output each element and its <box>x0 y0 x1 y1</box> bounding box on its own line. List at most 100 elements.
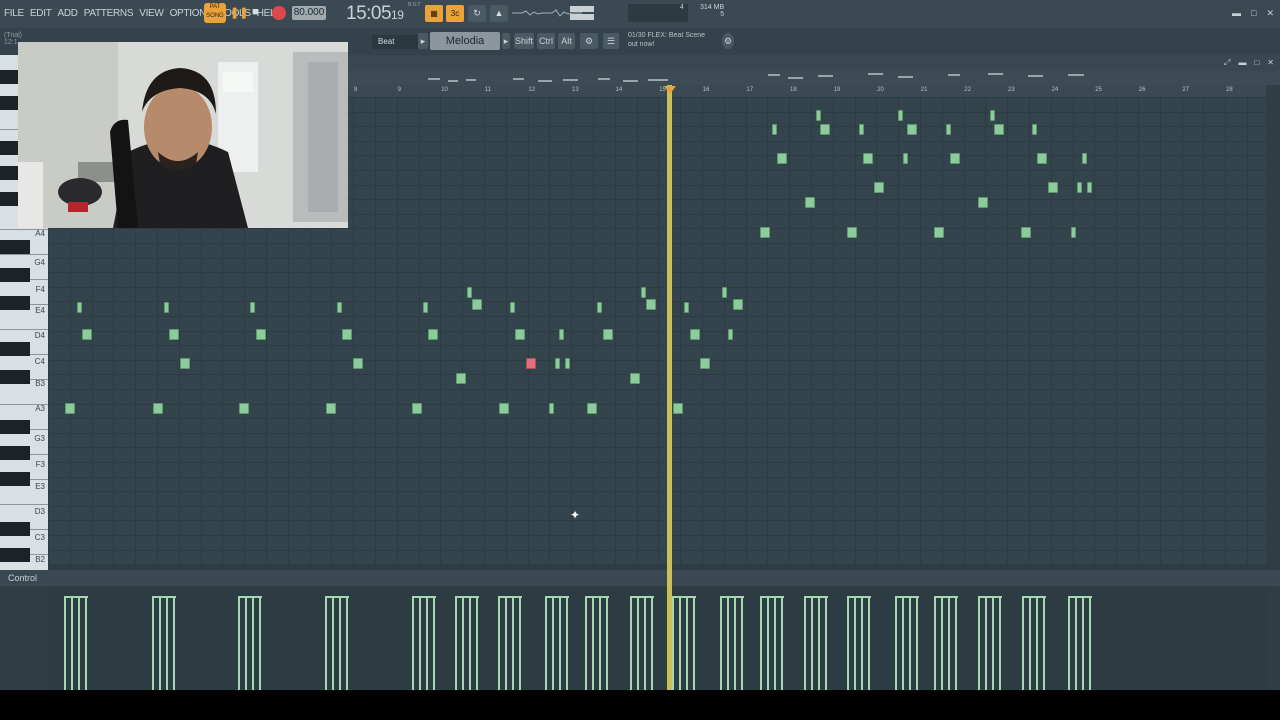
tempo-display[interactable]: 80.000 <box>292 6 326 20</box>
velocity-bar[interactable] <box>985 598 987 690</box>
short-note[interactable] <box>337 302 342 313</box>
velocity-bar[interactable] <box>238 598 240 690</box>
velocity-bar[interactable] <box>85 598 87 690</box>
note[interactable] <box>239 403 249 414</box>
note[interactable] <box>950 153 960 164</box>
play-icon[interactable]: ❚❚ <box>230 6 248 20</box>
note[interactable] <box>690 329 700 340</box>
velocity-bar[interactable] <box>1075 598 1077 690</box>
velocity-bar[interactable] <box>644 598 646 690</box>
velocity-bar[interactable] <box>868 598 870 690</box>
velocity-bar[interactable] <box>760 598 762 690</box>
note[interactable] <box>82 329 92 340</box>
news-icon[interactable]: ⚙ <box>722 33 734 49</box>
piano-roll-overview[interactable] <box>348 71 1280 85</box>
note[interactable] <box>934 227 944 238</box>
note[interactable] <box>603 329 613 340</box>
pattern-target-selector[interactable]: Beat <box>372 35 418 49</box>
pat-song-toggle[interactable]: PAT SONG <box>204 3 226 23</box>
note[interactable] <box>874 182 884 193</box>
velocity-bar[interactable] <box>426 598 428 690</box>
velocity-bar[interactable] <box>818 598 820 690</box>
velocity-bar[interactable] <box>1029 598 1031 690</box>
short-note[interactable] <box>1077 182 1082 193</box>
velocity-bar[interactable] <box>948 598 950 690</box>
note[interactable] <box>733 299 743 310</box>
black-key[interactable] <box>0 420 30 434</box>
velocity-bar[interactable] <box>252 598 254 690</box>
wait-button[interactable]: ↻ <box>468 5 486 22</box>
velocity-bar[interactable] <box>78 598 80 690</box>
short-note[interactable] <box>467 287 472 298</box>
velocity-bar[interactable] <box>847 598 849 690</box>
chevron-right-icon[interactable]: ▸ <box>418 33 428 49</box>
short-note[interactable] <box>728 329 733 340</box>
velocity-bar[interactable] <box>599 598 601 690</box>
minimize-icon[interactable]: ▬ <box>1232 8 1241 19</box>
velocity-bar[interactable] <box>895 598 897 690</box>
timeline-ruler[interactable]: 8 9 10 11 12 13 14 15 16 17 18 19 20 21 22 23 24 25 26 27 28 <box>348 85 1266 97</box>
note[interactable] <box>153 403 163 414</box>
key-shift[interactable]: Shift <box>514 33 534 49</box>
velocity-bar[interactable] <box>476 598 478 690</box>
menu-add[interactable]: ADD <box>58 8 79 19</box>
short-note[interactable] <box>816 110 821 121</box>
velocity-lane[interactable] <box>48 586 1266 690</box>
velocity-bar[interactable] <box>686 598 688 690</box>
velocity-bar[interactable] <box>519 598 521 690</box>
note[interactable] <box>805 197 815 208</box>
velocity-bar[interactable] <box>592 598 594 690</box>
velocity-bar[interactable] <box>630 598 632 690</box>
velocity-bar[interactable] <box>672 598 674 690</box>
velocity-bar[interactable] <box>902 598 904 690</box>
channel-selector[interactable]: Melodia <box>430 32 500 50</box>
short-note[interactable] <box>565 358 570 369</box>
short-note[interactable] <box>859 124 864 135</box>
velocity-bar[interactable] <box>455 598 457 690</box>
velocity-bar[interactable] <box>734 598 736 690</box>
velocity-bar[interactable] <box>332 598 334 690</box>
velocity-bar[interactable] <box>804 598 806 690</box>
short-note[interactable] <box>77 302 82 313</box>
short-note[interactable] <box>898 110 903 121</box>
metronome-button[interactable]: ▲ <box>490 5 508 22</box>
note[interactable] <box>456 373 466 384</box>
black-key[interactable] <box>0 472 30 486</box>
velocity-bar[interactable] <box>781 598 783 690</box>
black-key[interactable] <box>0 296 30 310</box>
velocity-bar[interactable] <box>999 598 1001 690</box>
velocity-bar[interactable] <box>720 598 722 690</box>
close-icon[interactable]: ✕ <box>1267 58 1274 68</box>
velocity-bar[interactable] <box>346 598 348 690</box>
velocity-bar[interactable] <box>679 598 681 690</box>
black-key[interactable] <box>0 370 30 384</box>
velocity-bar[interactable] <box>651 598 653 690</box>
note[interactable] <box>863 153 873 164</box>
short-note[interactable] <box>946 124 951 135</box>
velocity-bar[interactable] <box>861 598 863 690</box>
menu-file[interactable]: FILE <box>4 8 24 19</box>
pattern-mode-button[interactable]: ▦ <box>425 5 443 22</box>
short-note[interactable] <box>423 302 428 313</box>
note[interactable] <box>515 329 525 340</box>
velocity-bar[interactable] <box>173 598 175 690</box>
record-icon[interactable] <box>272 6 286 20</box>
black-key[interactable] <box>0 268 30 282</box>
velocity-bar[interactable] <box>774 598 776 690</box>
short-note[interactable] <box>250 302 255 313</box>
black-key[interactable] <box>0 522 30 536</box>
playhead-marker[interactable] <box>664 86 676 94</box>
menu-edit[interactable]: EDIT <box>30 8 52 19</box>
velocity-bar[interactable] <box>1036 598 1038 690</box>
velocity-bar[interactable] <box>955 598 957 690</box>
note[interactable] <box>169 329 179 340</box>
velocity-bar[interactable] <box>64 598 66 690</box>
black-key[interactable] <box>0 240 30 254</box>
velocity-bar[interactable] <box>71 598 73 690</box>
close-icon[interactable]: ✕ <box>1266 8 1274 19</box>
detach-icon[interactable]: ⤢ <box>1224 58 1230 68</box>
velocity-bar[interactable] <box>941 598 943 690</box>
note[interactable] <box>1048 182 1058 193</box>
maximize-icon[interactable]: □ <box>1251 8 1256 19</box>
velocity-bar[interactable] <box>433 598 435 690</box>
